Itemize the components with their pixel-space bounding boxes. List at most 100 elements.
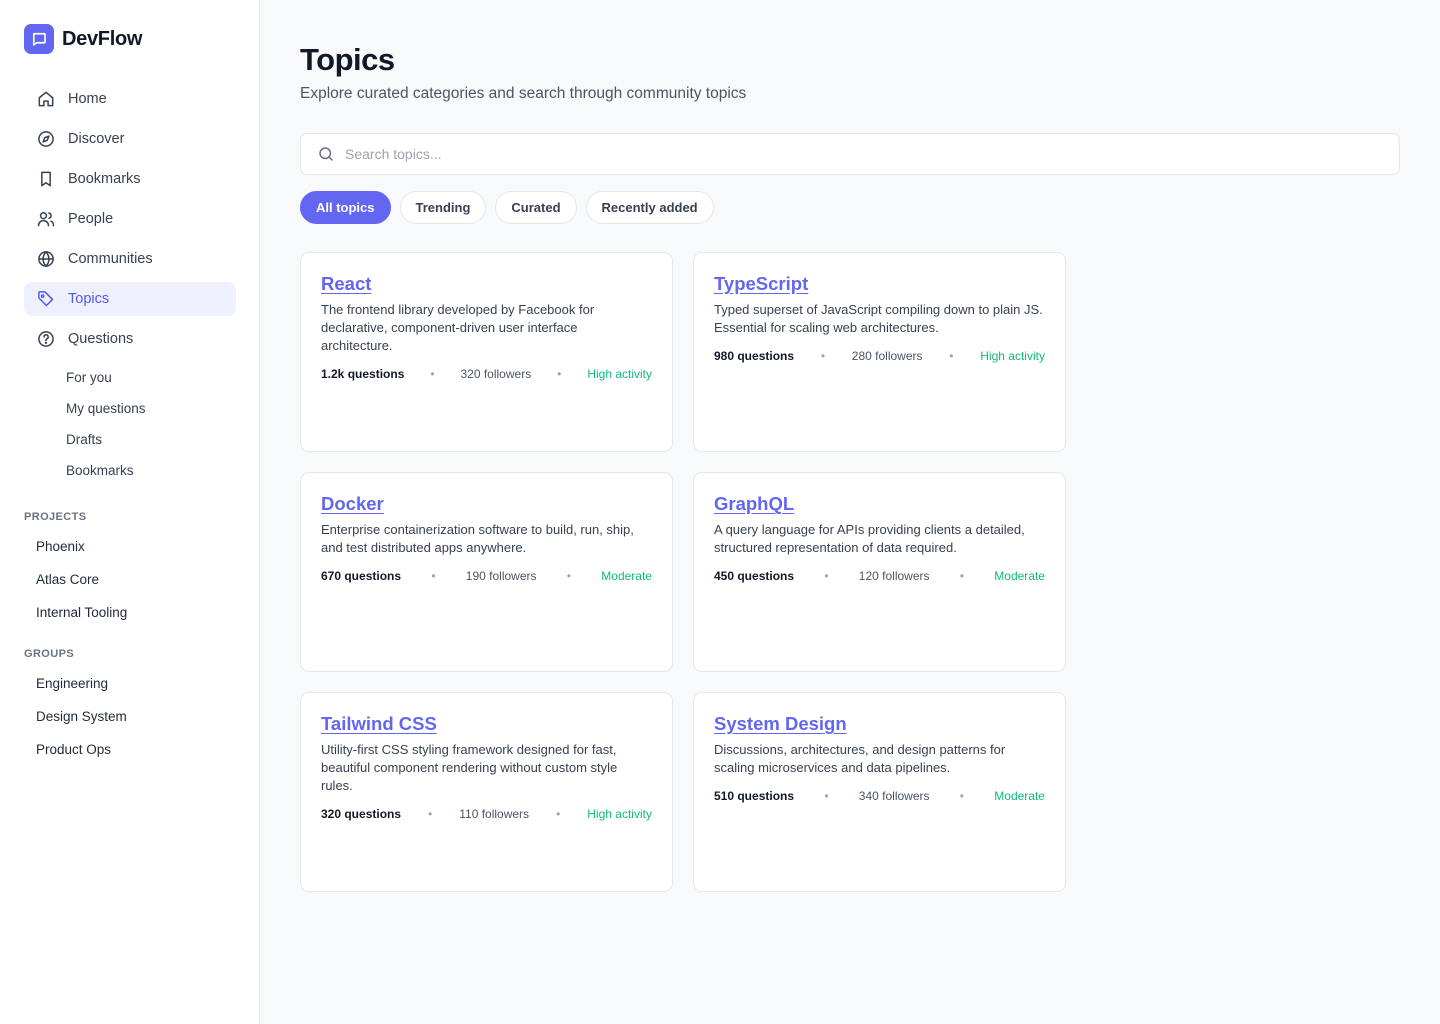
group-item[interactable]: Design System	[36, 700, 236, 733]
separator-dot: •	[566, 569, 571, 583]
search-bar[interactable]	[300, 133, 1400, 175]
question-icon	[38, 331, 54, 347]
filter-curated[interactable]: Curated	[495, 191, 577, 224]
follower-count: 320 followers	[460, 367, 532, 381]
topics-grid: React The frontend library developed by …	[300, 252, 1066, 892]
groups-list: Engineering Design System Product Ops	[36, 667, 236, 766]
separator-dot: •	[428, 807, 433, 821]
nav-item-discover[interactable]: Discover	[24, 122, 236, 156]
follower-count: 190 followers	[465, 569, 537, 583]
topic-title-link[interactable]: GraphQL	[714, 493, 794, 515]
page-title: Topics	[300, 42, 395, 77]
topic-card: React The frontend library developed by …	[300, 252, 673, 452]
topic-stats: 670 questions • 190 followers • Moderate	[321, 569, 652, 583]
filter-chips: All topics Trending Curated Recently add…	[300, 191, 714, 224]
question-count: 670 questions	[321, 569, 402, 583]
nav-item-questions[interactable]: Questions	[24, 322, 236, 356]
separator-dot: •	[949, 349, 954, 363]
activity-level: Moderate	[601, 569, 652, 583]
groups-heading: GROUPS	[24, 648, 75, 660]
activity-level: Moderate	[994, 569, 1045, 583]
projects-heading: PROJECTS	[24, 511, 87, 523]
topic-description: Enterprise containerization software to …	[321, 522, 634, 555]
topic-card: TypeScript Typed superset of JavaScript …	[693, 252, 1066, 452]
projects-list: Phoenix Atlas Core Internal Tooling	[36, 530, 236, 629]
nav-label: Questions	[68, 331, 134, 347]
question-count: 450 questions	[714, 569, 795, 583]
activity-level: Moderate	[994, 789, 1045, 803]
separator-dot: •	[959, 789, 964, 803]
nav-item-bookmarks[interactable]: Bookmarks	[24, 162, 236, 196]
filter-all-topics[interactable]: All topics	[300, 191, 391, 224]
topic-title-link[interactable]: TypeScript	[714, 273, 808, 295]
topic-card: Tailwind CSS Utility-first CSS styling f…	[300, 692, 673, 892]
nav-item-communities[interactable]: Communities	[24, 242, 236, 276]
nav-label: Communities	[68, 251, 153, 267]
submenu-item-drafts[interactable]: Drafts	[24, 424, 236, 455]
topic-title-link[interactable]: Docker	[321, 493, 384, 515]
topic-stats: 510 questions • 340 followers • Moderate	[714, 789, 1045, 803]
separator-dot: •	[824, 569, 829, 583]
submenu-item-my-questions[interactable]: My questions	[24, 393, 236, 424]
filter-trending[interactable]: Trending	[399, 191, 487, 224]
separator-dot: •	[959, 569, 964, 583]
bookmark-icon	[41, 171, 51, 187]
main-nav: Home Discover Bookmarks People Communiti…	[24, 82, 236, 486]
nav-item-people[interactable]: People	[24, 202, 236, 236]
topic-description: The frontend library developed by Facebo…	[321, 302, 595, 353]
project-item[interactable]: Internal Tooling	[36, 596, 236, 629]
topic-card: GraphQL A query language for APIs provid…	[693, 472, 1066, 672]
activity-level: High activity	[587, 807, 652, 821]
topic-stats: 1.2k questions • 320 followers • High ac…	[321, 367, 652, 381]
nav-label: Home	[68, 91, 107, 107]
chat-bubble-icon	[24, 24, 54, 54]
topic-description: A query language for APIs providing clie…	[714, 522, 1025, 555]
follower-count: 110 followers	[459, 807, 530, 821]
questions-submenu: For you My questions Drafts Bookmarks	[24, 362, 236, 486]
topic-stats: 320 questions • 110 followers • High act…	[321, 807, 652, 821]
app-name: DevFlow	[62, 27, 143, 50]
activity-level: High activity	[980, 349, 1045, 363]
home-icon	[38, 91, 54, 107]
topic-stats: 450 questions • 120 followers • Moderate	[714, 569, 1045, 583]
separator-dot: •	[820, 349, 826, 363]
globe-icon	[38, 250, 54, 268]
follower-count: 280 followers	[851, 349, 923, 363]
nav-label: Topics	[68, 291, 110, 307]
nav-label: People	[68, 211, 114, 227]
nav-label: Discover	[68, 131, 125, 147]
question-count: 320 questions	[321, 807, 402, 821]
topic-description: Typed superset of JavaScript compiling d…	[714, 302, 1043, 335]
nav-item-topics[interactable]: Topics	[24, 282, 236, 316]
app-logo[interactable]: DevFlow	[24, 24, 142, 54]
question-count: 510 questions	[714, 789, 795, 803]
filter-recently-added[interactable]: Recently added	[585, 191, 714, 224]
follower-count: 120 followers	[858, 569, 930, 583]
page-subtitle: Explore curated categories and search th…	[300, 85, 747, 102]
separator-dot: •	[556, 807, 561, 821]
topic-card: System Design Discussions, architectures…	[693, 692, 1066, 892]
compass-icon	[38, 131, 54, 147]
project-item[interactable]: Phoenix	[36, 530, 236, 563]
nav-item-home[interactable]: Home	[24, 82, 236, 116]
submenu-item-bookmarks[interactable]: Bookmarks	[24, 455, 236, 486]
group-item[interactable]: Product Ops	[36, 733, 236, 766]
submenu-item-for-you[interactable]: For you	[24, 362, 236, 393]
sidebar: DevFlow Home Discover Bookmarks People C…	[0, 0, 260, 1024]
separator-dot: •	[430, 367, 435, 381]
separator-dot: •	[824, 789, 829, 803]
question-count: 980 questions	[714, 349, 795, 363]
follower-count: 340 followers	[858, 789, 930, 803]
group-item[interactable]: Engineering	[36, 667, 236, 700]
separator-dot: •	[557, 367, 562, 381]
topic-title-link[interactable]: React	[321, 273, 371, 295]
activity-level: High activity	[587, 367, 652, 381]
topic-stats: 980 questions • 280 followers • High act…	[714, 349, 1045, 363]
search-input[interactable]	[345, 146, 1245, 162]
project-item[interactable]: Atlas Core	[36, 563, 236, 596]
topic-title-link[interactable]: Tailwind CSS	[321, 713, 437, 735]
question-count: 1.2k questions	[321, 367, 405, 381]
topic-title-link[interactable]: System Design	[714, 713, 847, 735]
topic-description: Discussions, architectures, and design p…	[714, 742, 1006, 775]
topic-description: Utility-first CSS styling framework desi…	[321, 742, 618, 793]
